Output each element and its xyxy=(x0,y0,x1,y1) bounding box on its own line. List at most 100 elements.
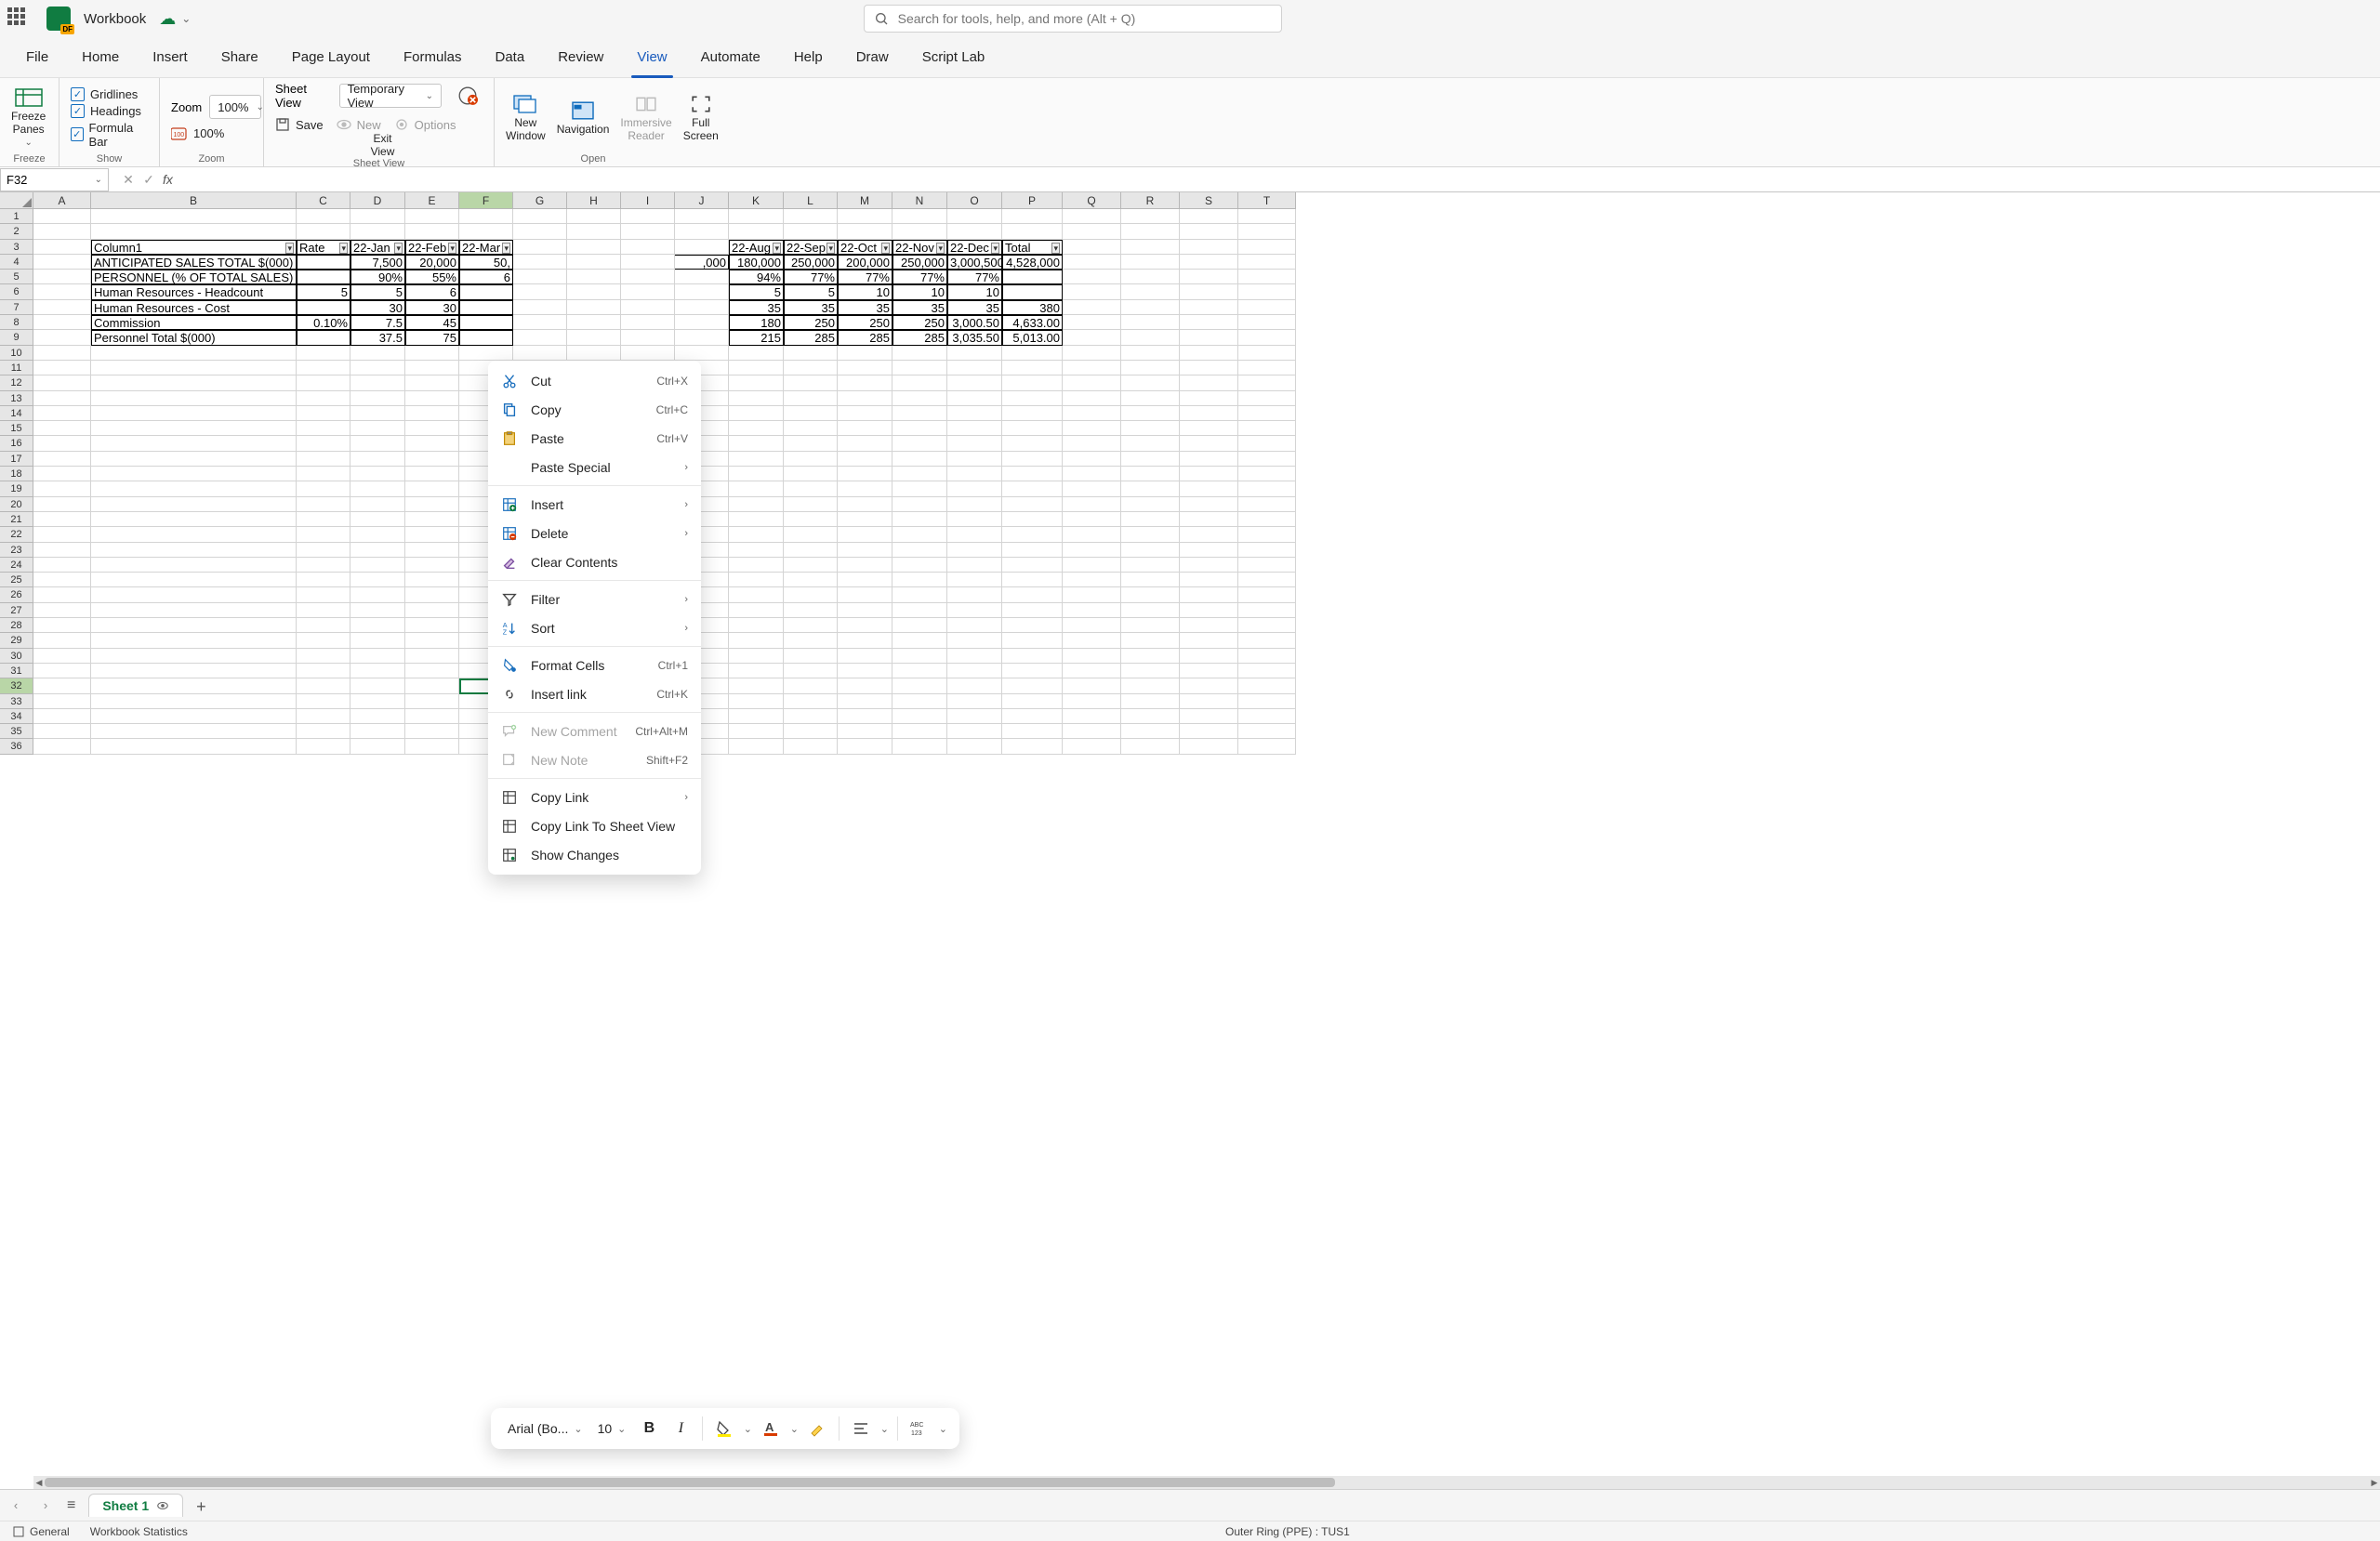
cell[interactable] xyxy=(567,300,621,315)
cell[interactable] xyxy=(621,224,675,239)
cell[interactable] xyxy=(784,209,838,224)
gridlines-checkbox[interactable]: ✓Gridlines xyxy=(71,87,138,101)
cell[interactable] xyxy=(33,330,91,345)
cell[interactable]: 77% xyxy=(892,270,947,284)
column-header[interactable]: D xyxy=(350,192,405,209)
cell[interactable] xyxy=(297,391,350,406)
row-header[interactable]: 23 xyxy=(0,543,33,558)
cell[interactable] xyxy=(1238,209,1296,224)
cell[interactable]: 37.5 xyxy=(350,330,405,345)
filter-arrow-icon[interactable]: ▾ xyxy=(448,243,456,254)
cell[interactable] xyxy=(405,603,459,618)
cell[interactable] xyxy=(1002,678,1063,693)
cell[interactable] xyxy=(33,224,91,239)
cell[interactable] xyxy=(567,255,621,270)
cell[interactable] xyxy=(675,346,729,361)
column-header[interactable]: A xyxy=(33,192,91,209)
cell[interactable] xyxy=(1121,300,1180,315)
cell[interactable] xyxy=(1180,391,1238,406)
cell[interactable] xyxy=(1180,603,1238,618)
column-header[interactable]: N xyxy=(892,192,947,209)
filter-arrow-icon[interactable]: ▾ xyxy=(991,243,999,254)
cell[interactable] xyxy=(405,527,459,542)
cell[interactable]: 94% xyxy=(729,270,784,284)
cell[interactable] xyxy=(33,558,91,573)
cell[interactable] xyxy=(1002,512,1063,527)
cell[interactable] xyxy=(784,224,838,239)
cell[interactable] xyxy=(1063,603,1121,618)
filter-arrow-icon[interactable]: ▾ xyxy=(773,243,781,254)
row-header[interactable]: 28 xyxy=(0,618,33,633)
cell[interactable] xyxy=(1121,467,1180,481)
cell[interactable] xyxy=(729,361,784,375)
cell[interactable] xyxy=(513,240,567,255)
cell[interactable] xyxy=(1121,421,1180,436)
cell[interactable] xyxy=(1180,361,1238,375)
row-header[interactable]: 17 xyxy=(0,452,33,467)
cell[interactable] xyxy=(892,558,947,573)
cell[interactable] xyxy=(838,224,892,239)
cell[interactable] xyxy=(1063,284,1121,299)
cell[interactable] xyxy=(1002,406,1063,421)
cell[interactable]: 6 xyxy=(405,284,459,299)
cell[interactable] xyxy=(838,603,892,618)
column-header[interactable]: B xyxy=(91,192,297,209)
cell[interactable] xyxy=(947,421,1002,436)
cell[interactable] xyxy=(91,739,297,754)
cell[interactable] xyxy=(33,452,91,467)
cell[interactable] xyxy=(838,739,892,754)
cell[interactable] xyxy=(838,406,892,421)
cell[interactable] xyxy=(1180,709,1238,724)
row-header[interactable]: 20 xyxy=(0,497,33,512)
cell[interactable] xyxy=(892,467,947,481)
cell[interactable] xyxy=(33,709,91,724)
cell[interactable] xyxy=(1002,709,1063,724)
cell[interactable]: ,000 xyxy=(675,255,729,270)
cell[interactable] xyxy=(784,587,838,602)
column-header[interactable]: F xyxy=(459,192,513,209)
cell[interactable]: 35 xyxy=(729,300,784,315)
cell[interactable] xyxy=(1180,346,1238,361)
filter-arrow-icon[interactable]: ▾ xyxy=(502,243,510,254)
prev-sheet-button[interactable]: ‹ xyxy=(7,1497,24,1514)
cell[interactable] xyxy=(1002,209,1063,224)
cell[interactable]: 75 xyxy=(405,330,459,345)
cell[interactable] xyxy=(838,694,892,709)
row-header[interactable]: 15 xyxy=(0,421,33,436)
cell[interactable] xyxy=(838,527,892,542)
cell[interactable] xyxy=(838,452,892,467)
cell[interactable] xyxy=(729,603,784,618)
cell[interactable] xyxy=(1121,270,1180,284)
cell[interactable] xyxy=(513,224,567,239)
cell[interactable] xyxy=(892,739,947,754)
cell[interactable] xyxy=(297,649,350,664)
cell[interactable] xyxy=(567,330,621,345)
cell[interactable] xyxy=(459,224,513,239)
cell[interactable] xyxy=(1121,240,1180,255)
cell[interactable] xyxy=(33,618,91,633)
cell[interactable]: 7.5 xyxy=(350,315,405,330)
row-header[interactable]: 12 xyxy=(0,375,33,390)
row-header[interactable]: 21 xyxy=(0,512,33,527)
column-header[interactable]: E xyxy=(405,192,459,209)
row-header[interactable]: 8 xyxy=(0,315,33,330)
cell[interactable] xyxy=(1002,573,1063,587)
cell[interactable]: 250 xyxy=(892,315,947,330)
cell[interactable] xyxy=(1121,315,1180,330)
cell[interactable]: 22-Sep▾ xyxy=(784,240,838,255)
column-header[interactable]: J xyxy=(675,192,729,209)
freeze-panes-button[interactable]: Freeze Panes ⌄ xyxy=(11,87,46,148)
column-header[interactable]: C xyxy=(297,192,350,209)
cell[interactable] xyxy=(947,361,1002,375)
cell[interactable] xyxy=(1180,497,1238,512)
cell[interactable] xyxy=(838,209,892,224)
cell[interactable] xyxy=(1121,527,1180,542)
cell[interactable] xyxy=(784,436,838,451)
cell[interactable] xyxy=(297,739,350,754)
cell[interactable] xyxy=(297,694,350,709)
cell[interactable]: 200,000 xyxy=(838,255,892,270)
cell[interactable] xyxy=(784,421,838,436)
cell[interactable] xyxy=(297,512,350,527)
menu-item-insert-link[interactable]: Insert linkCtrl+K xyxy=(488,679,701,708)
cell[interactable]: 250,000 xyxy=(784,255,838,270)
